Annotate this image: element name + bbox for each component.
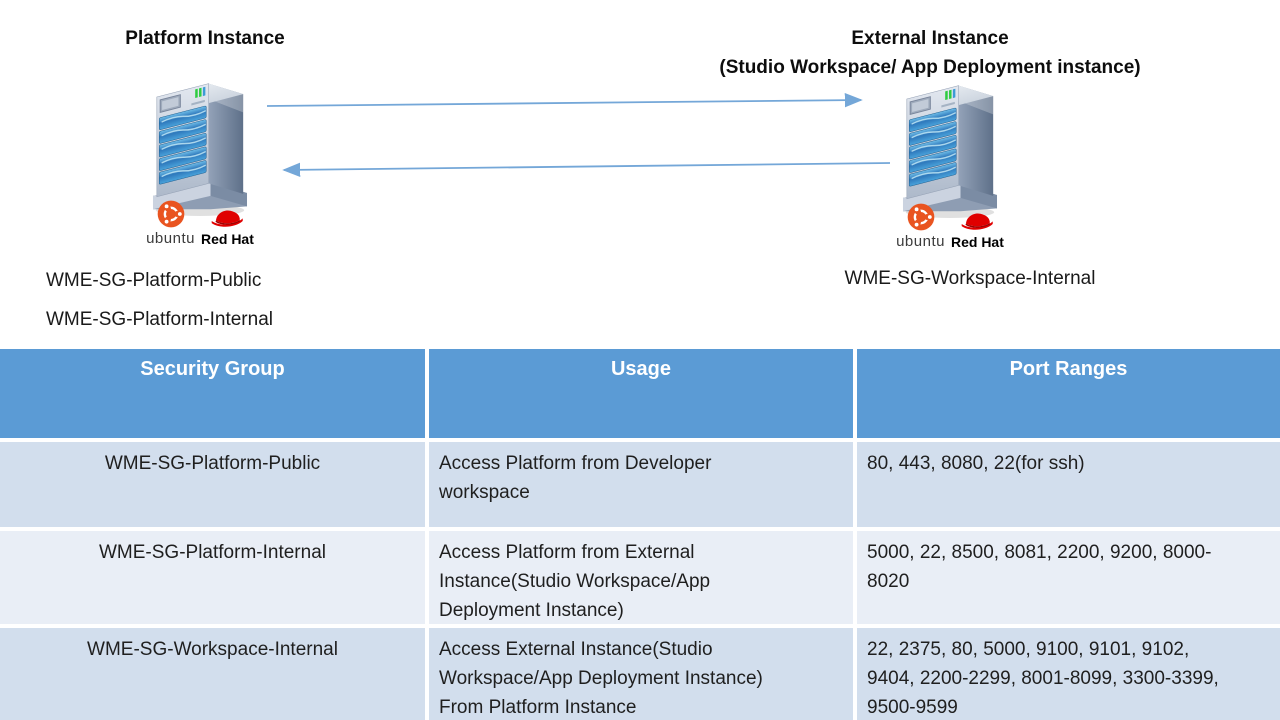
- sg-label-workspace-internal: WME-SG-Workspace-Internal: [720, 268, 1220, 290]
- ubuntu-icon: [906, 202, 936, 232]
- redhat-label: Red Hat: [951, 234, 1004, 250]
- table-cell-ports: 80, 443, 8080, 22(for ssh): [857, 442, 1280, 527]
- ubuntu-logo-stack: ubuntu: [146, 199, 195, 247]
- external-instance-title-line1: External Instance: [640, 24, 1220, 53]
- external-instance-title: External Instance (Studio Workspace/ App…: [640, 24, 1220, 82]
- redhat-label: Red Hat: [201, 231, 254, 247]
- table-cell-usage: Access External Instance(Studio Workspac…: [429, 628, 853, 720]
- arrow-right-to-left: [284, 163, 890, 170]
- table-cell-group: WME-SG-Platform-Internal: [0, 531, 425, 624]
- os-logos-right: ubuntu Red Hat: [880, 202, 1020, 250]
- ubuntu-label: ubuntu: [146, 230, 195, 247]
- column-header-security-group: Security Group: [0, 349, 425, 438]
- slide-canvas: Platform Instance ubuntu Red Hat WME-SG-…: [0, 0, 1280, 720]
- server-icon: [896, 76, 1004, 218]
- table-cell-ports: 22, 2375, 80, 5000, 9100, 9101, 9102, 94…: [857, 628, 1280, 720]
- platform-instance-title: Platform Instance: [60, 24, 350, 53]
- sg-label-platform-internal: WME-SG-Platform-Internal: [46, 300, 273, 339]
- ubuntu-label: ubuntu: [896, 233, 945, 250]
- table-cell-usage: Access Platform from Developer workspace: [429, 442, 853, 527]
- security-group-table: Security Group Usage Port Ranges WME-SG-…: [0, 349, 1280, 720]
- sg-label-platform-public: WME-SG-Platform-Public: [46, 261, 273, 300]
- table-cell-group: WME-SG-Platform-Public: [0, 442, 425, 527]
- column-header-port-ranges: Port Ranges: [857, 349, 1280, 438]
- redhat-icon: [210, 206, 244, 230]
- server-icon: [146, 74, 254, 216]
- table-cell-usage: Access Platform from External Instance(S…: [429, 531, 853, 624]
- table-cell-group: WME-SG-Workspace-Internal: [0, 628, 425, 720]
- ubuntu-icon: [156, 199, 186, 229]
- ubuntu-logo-stack: ubuntu: [896, 202, 945, 250]
- redhat-logo-stack: Red Hat: [951, 209, 1004, 250]
- table-cell-ports: 5000, 22, 8500, 8081, 2200, 9200, 8000- …: [857, 531, 1280, 624]
- os-logos-left: ubuntu Red Hat: [130, 199, 270, 247]
- arrow-left-to-right: [267, 100, 861, 106]
- redhat-icon: [960, 209, 994, 233]
- left-security-group-labels: WME-SG-Platform-Public WME-SG-Platform-I…: [46, 261, 273, 339]
- column-header-usage: Usage: [429, 349, 853, 438]
- redhat-logo-stack: Red Hat: [201, 206, 254, 247]
